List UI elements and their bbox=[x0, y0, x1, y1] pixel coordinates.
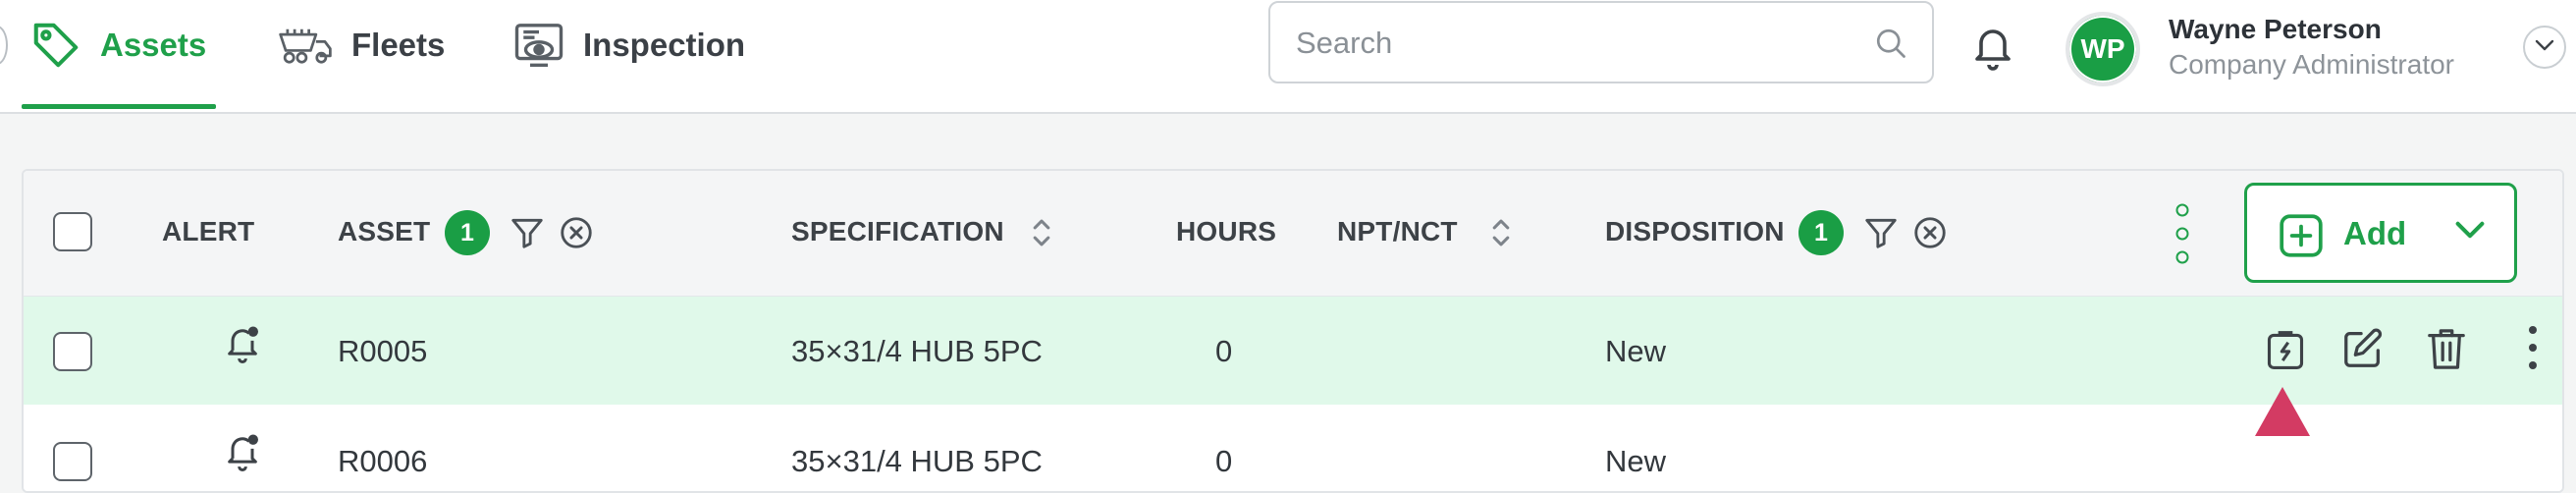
tooltip-pointer bbox=[2255, 387, 2310, 436]
cell-specification: 35×31/4 HUB 5PC bbox=[791, 334, 1043, 368]
user-menu-button[interactable] bbox=[2523, 26, 2566, 69]
cell-hours: 0 bbox=[1215, 444, 1233, 478]
user-role: Company Administrator bbox=[2169, 49, 2455, 80]
column-header-npt-nct[interactable]: NPT/NCT bbox=[1337, 216, 1458, 247]
search-icon[interactable] bbox=[1873, 26, 1908, 66]
add-button-label: Add bbox=[2343, 215, 2407, 251]
column-header-hours: HOURS bbox=[1176, 216, 1277, 246]
column-header-alert: ALERT bbox=[162, 216, 255, 246]
cell-disposition: New bbox=[1605, 444, 1667, 478]
tab-assets[interactable]: Assets bbox=[29, 10, 206, 81]
column-options-icon[interactable] bbox=[2174, 202, 2191, 270]
table-header: ALERT ASSET 1 SPECIFICATION HOURS NPT/NC… bbox=[24, 171, 2562, 297]
edge-partial-control bbox=[0, 26, 8, 65]
tab-fleets[interactable]: Fleets bbox=[277, 10, 445, 81]
avatar[interactable]: WP bbox=[2066, 12, 2140, 86]
specification-sort-icon[interactable] bbox=[1031, 216, 1052, 254]
disposition-clear-filter-icon[interactable] bbox=[1911, 214, 1949, 256]
column-header-disposition[interactable]: DISPOSITION bbox=[1605, 216, 1785, 247]
plus-icon bbox=[2277, 211, 2326, 265]
asset-clear-filter-icon[interactable] bbox=[558, 214, 595, 256]
asset-filter-icon[interactable] bbox=[509, 214, 546, 256]
search-input[interactable] bbox=[1296, 21, 1846, 66]
active-tab-indicator bbox=[22, 104, 216, 109]
column-header-specification[interactable]: SPECIFICATION bbox=[791, 216, 1004, 247]
search-box[interactable] bbox=[1268, 1, 1934, 83]
disposition-filter-count-badge: 1 bbox=[1798, 210, 1844, 255]
row-checkbox[interactable] bbox=[53, 442, 92, 481]
column-header-asset[interactable]: ASSET bbox=[338, 216, 430, 247]
user-name: Wayne Peterson bbox=[2169, 14, 2382, 44]
chevron-down-icon bbox=[2453, 219, 2487, 246]
bell-alert-icon[interactable] bbox=[223, 322, 262, 372]
trash-icon[interactable] bbox=[2426, 326, 2467, 376]
tab-fleets-label: Fleets bbox=[351, 27, 446, 63]
truck-icon bbox=[277, 24, 334, 67]
lightning-tag-icon[interactable] bbox=[2264, 328, 2307, 378]
assets-table: ALERT ASSET 1 SPECIFICATION HOURS NPT/NC… bbox=[22, 169, 2564, 493]
more-vertical-icon[interactable] bbox=[2525, 324, 2541, 376]
bell-alert-icon[interactable] bbox=[223, 430, 262, 480]
cell-asset[interactable]: R0006 bbox=[338, 444, 427, 479]
cell-hours: 0 bbox=[1215, 334, 1233, 368]
notifications-bell-icon[interactable] bbox=[1969, 22, 2016, 78]
asset-filter-count-badge: 1 bbox=[445, 210, 490, 255]
edit-icon[interactable] bbox=[2340, 326, 2386, 376]
cell-specification: 35×31/4 HUB 5PC bbox=[791, 444, 1043, 478]
npt-nct-sort-icon[interactable] bbox=[1490, 216, 1512, 254]
tag-icon bbox=[29, 19, 82, 72]
tab-assets-label: Assets bbox=[100, 27, 207, 63]
table-row[interactable]: R0006 35×31/4 HUB 5PC 0 New bbox=[24, 405, 2562, 491]
top-navigation-bar: Assets Fleets Inspection WP Wayne Peters… bbox=[0, 0, 2576, 114]
tab-inspection[interactable]: Inspection bbox=[512, 10, 745, 81]
row-checkbox[interactable] bbox=[53, 332, 92, 371]
add-button[interactable]: Add bbox=[2244, 183, 2517, 283]
select-all-checkbox[interactable] bbox=[53, 212, 92, 251]
cell-disposition: New bbox=[1605, 334, 1667, 368]
table-row[interactable]: R0005 35×31/4 HUB 5PC 0 New bbox=[24, 297, 2562, 405]
chevron-down-icon bbox=[2534, 38, 2555, 57]
tab-inspection-label: Inspection bbox=[583, 27, 746, 63]
disposition-filter-icon[interactable] bbox=[1862, 214, 1900, 256]
inspection-monitor-icon bbox=[512, 21, 565, 70]
cell-asset[interactable]: R0005 bbox=[338, 334, 427, 369]
